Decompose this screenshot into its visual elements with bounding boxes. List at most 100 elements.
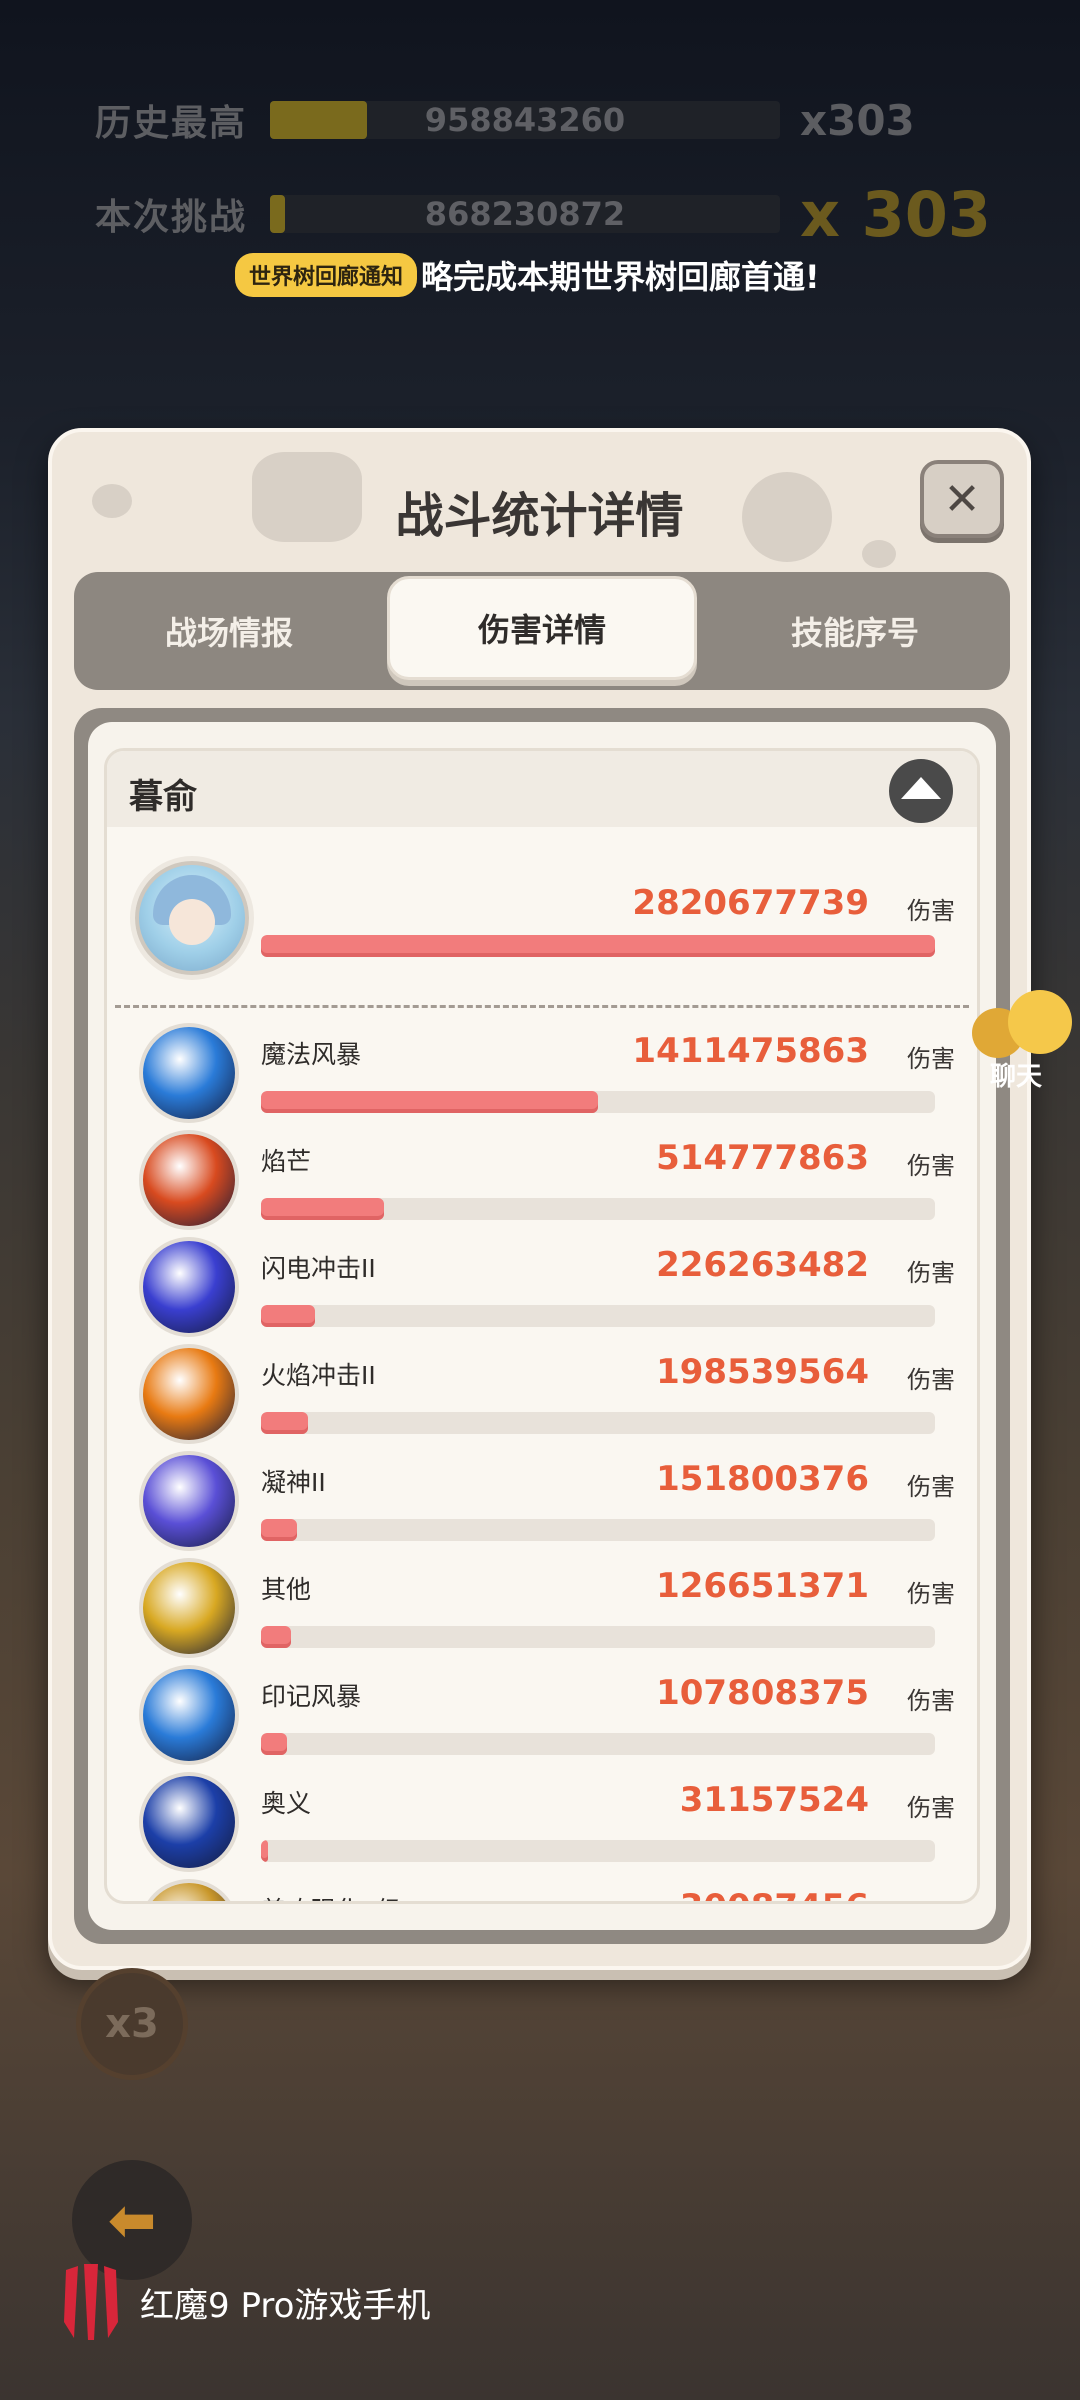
vortex-icon (143, 1776, 235, 1868)
gold-gem-icon (143, 1883, 235, 1901)
skill-name: 印记风暴 (261, 1682, 362, 1711)
chat-face-icon (1008, 990, 1072, 1054)
battle-stats-dialog: 战斗统计详情 ✕ 战场情报 伤害详情 技能序号 暮俞 2820677739 伤害 (48, 428, 1031, 1970)
skill-row: 其他 126651371 伤害 (107, 1562, 977, 1669)
mark-storm-icon (143, 1669, 235, 1761)
skill-damage-value: 514777863 (656, 1138, 869, 1178)
skill-damage-value: 31157524 (679, 1780, 869, 1820)
skill-name: 凝神II (261, 1468, 326, 1497)
chat-label: 聊天 (990, 1062, 1043, 1092)
skill-row: 凝神II 151800376 伤害 (107, 1455, 977, 1562)
fire-strike-icon (143, 1348, 235, 1440)
damage-unit-label: 伤害 (907, 1152, 955, 1180)
collapse-button[interactable] (889, 759, 953, 823)
hero-damage-bar (261, 935, 935, 957)
tab-damage-details[interactable]: 伤害详情 (387, 576, 697, 680)
skill-damage-bar (261, 1519, 935, 1541)
tab-skill-order[interactable]: 技能序号 (700, 572, 1010, 690)
skill-row: 火焰冲击II 198539564 伤害 (107, 1348, 977, 1455)
skill-row: 闪电冲击II 226263482 伤害 (107, 1241, 977, 1348)
skill-name: 奥义 (261, 1789, 312, 1818)
damage-unit-label: 伤害 (907, 1794, 955, 1822)
damage-unit-label: 伤害 (907, 1473, 955, 1501)
current-challenge-value: 868230872 (424, 195, 626, 233)
skill-damage-bar (261, 1412, 935, 1434)
red-magic-logo-icon (60, 2262, 122, 2342)
skill-row: 印记风暴 107808375 伤害 (107, 1669, 977, 1776)
tab-battle-info[interactable]: 战场情报 (74, 572, 384, 690)
skill-damage-bar-fill (261, 1519, 298, 1541)
skill-name: 魔法风暴 (261, 1040, 362, 1069)
hero-damage-bar-fill (261, 935, 935, 957)
damage-panel: 暮俞 2820677739 伤害 魔法风暴 1411475863 伤害 焰芒 51477… (74, 708, 1010, 1944)
notice-text: 略完成本期世界树回廊首通! (421, 258, 820, 296)
skill-damage-bar-fill (261, 1305, 315, 1327)
world-tree-notice: 世界树回廊通知 略完成本期世界树回廊首通! (235, 250, 820, 300)
skill-damage-value: 198539564 (656, 1352, 869, 1392)
lightning-strike-icon (143, 1241, 235, 1333)
skill-damage-bar-fill (261, 1412, 309, 1434)
device-watermark: 红魔9 Pro游戏手机 (60, 2262, 430, 2342)
skill-row: 奥义 31157524 伤害 (107, 1776, 977, 1883)
history-best-label: 历史最高 (95, 103, 248, 144)
skill-damage-value: 126651371 (656, 1566, 869, 1606)
tab-bar: 战场情报 伤害详情 技能序号 (74, 572, 1010, 690)
speed-x3-button[interactable]: x3 (76, 1968, 188, 2080)
hero-avatar (135, 861, 249, 975)
skill-damage-value: 151800376 (656, 1459, 869, 1499)
current-challenge-multiplier: x 303 (800, 177, 991, 251)
skill-damage-bar-fill (261, 1626, 292, 1648)
skill-damage-bar (261, 1840, 935, 1862)
damage-panel-inner[interactable]: 暮俞 2820677739 伤害 魔法风暴 1411475863 伤害 焰芒 51477… (88, 722, 996, 1930)
history-best-value: 958843260 (424, 101, 626, 139)
skill-damage-bar (261, 1733, 935, 1755)
damage-unit-label: 伤害 (907, 1895, 955, 1901)
skill-damage-bar (261, 1198, 935, 1220)
watermark-text: 红魔9 Pro游戏手机 (140, 2285, 431, 2326)
close-icon: ✕ (943, 473, 981, 525)
skill-damage-bar-fill (261, 1091, 598, 1113)
gold-gem-icon (143, 1562, 235, 1654)
focus-eye-icon (143, 1455, 235, 1547)
notice-tag: 世界树回廊通知 (235, 253, 418, 297)
skill-damage-value: 107808375 (656, 1673, 869, 1713)
damage-unit-label: 伤害 (907, 897, 955, 925)
back-arrow-icon: ⬅ (107, 2186, 157, 2254)
current-challenge-label: 本次挑战 (95, 197, 248, 238)
skill-damage-bar-fill (261, 1198, 384, 1220)
skill-damage-value: 1411475863 (632, 1031, 869, 1071)
damage-unit-label: 伤害 (907, 1259, 955, 1287)
current-challenge-bar: 868230872 (270, 195, 780, 233)
current-challenge-row: 本次挑战 868230872 x 303 (95, 178, 991, 251)
skill-row: 普攻强化5级 30087456 伤害 (107, 1883, 977, 1901)
skill-name: 闪电冲击II (261, 1254, 376, 1283)
hero-damage-section: 暮俞 2820677739 伤害 魔法风暴 1411475863 伤害 焰芒 51477… (104, 748, 980, 1904)
skill-damage-bar-fill (261, 1733, 287, 1755)
skill-name: 普攻强化5级 (261, 1891, 402, 1901)
close-button[interactable]: ✕ (920, 460, 1004, 538)
hero-section-header: 暮俞 (107, 751, 977, 827)
damage-unit-label: 伤害 (907, 1580, 955, 1608)
skill-row: 魔法风暴 1411475863 伤害 (107, 1027, 977, 1134)
chat-button[interactable]: 聊天 (972, 990, 1076, 1092)
skill-damage-bar-fill (261, 1840, 269, 1862)
skill-name: 其他 (261, 1575, 312, 1604)
damage-unit-label: 伤害 (907, 1687, 955, 1715)
skill-damage-bar (261, 1091, 935, 1113)
skill-damage-value: 226263482 (656, 1245, 869, 1285)
skill-damage-bar (261, 1305, 935, 1327)
hero-total-damage: 2820677739 (632, 883, 869, 923)
hero-name: 暮俞 (129, 777, 197, 817)
skill-damage-value: 30087456 (680, 1887, 869, 1901)
damage-unit-label: 伤害 (907, 1045, 955, 1073)
history-best-multiplier: x303 (800, 95, 915, 145)
history-best-row: 历史最高 958843260 x303 (95, 90, 915, 150)
dashed-divider (115, 1005, 969, 1008)
magic-storm-icon (143, 1027, 235, 1119)
flame-blade-icon (143, 1134, 235, 1226)
dialog-title: 战斗统计详情 (395, 488, 684, 544)
history-best-bar: 958843260 (270, 101, 780, 139)
skill-name: 火焰冲击II (261, 1361, 376, 1390)
skill-damage-bar (261, 1626, 935, 1648)
skill-name: 焰芒 (261, 1147, 312, 1176)
